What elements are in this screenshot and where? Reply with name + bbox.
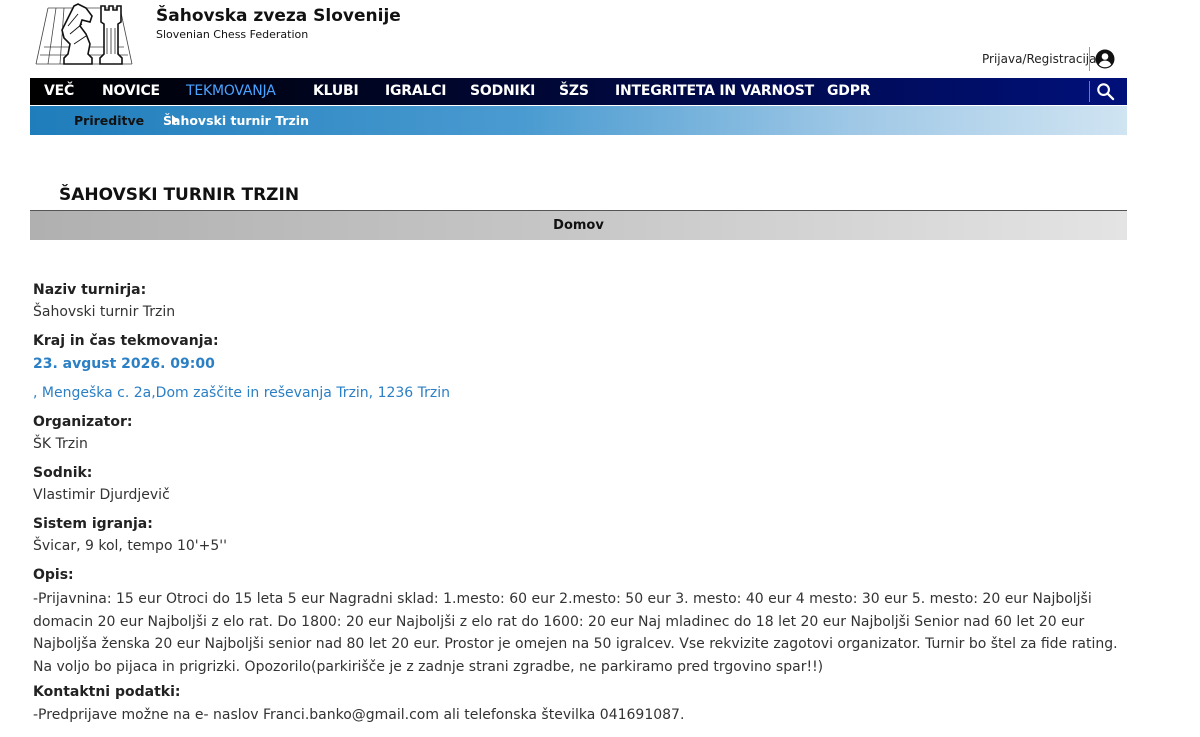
nav-item-novice[interactable]: NOVICE <box>102 78 160 105</box>
breadcrumb-current: Šahovski turnir Trzin <box>163 113 309 128</box>
nav-item-klubi[interactable]: KLUBI <box>313 78 359 105</box>
user-circle-icon[interactable] <box>1095 49 1115 69</box>
nav-item-tekmovanja[interactable]: TEKMOVANJA <box>186 78 276 105</box>
judge-label: Sodnik: <box>33 465 93 481</box>
header-divider <box>1089 47 1090 71</box>
nav-item-vec[interactable]: VEČ <box>44 78 74 105</box>
search-icon[interactable] <box>1096 82 1115 101</box>
organizer-value: ŠK Trzin <box>33 436 88 452</box>
contact-value: -Predprijave možne na e- naslov Franci.b… <box>33 707 685 723</box>
login-register-link[interactable]: Prijava/Registracija <box>982 52 1096 66</box>
main-nav: VEČ NOVICE TEKMOVANJA KLUBI IGRALCI SODN… <box>30 78 1127 105</box>
organizer-label: Organizator: <box>33 414 133 430</box>
event-location-link[interactable]: , Mengeška c. 2a,Dom zaščite in reševanj… <box>33 385 450 401</box>
system-value: Švicar, 9 kol, tempo 10'+5'' <box>33 538 227 554</box>
page-title: ŠAHOVSKI TURNIR TRZIN <box>59 185 300 205</box>
nav-item-integriteta[interactable]: INTEGRITETA IN VARNOST <box>615 78 814 105</box>
nav-item-szs[interactable]: ŠZS <box>559 78 589 105</box>
nav-item-gdpr[interactable]: GDPR <box>827 78 871 105</box>
nav-divider <box>1089 81 1090 102</box>
contact-label: Kontaktni podatki: <box>33 684 181 700</box>
description-text: -Prijavnina: 15 eur Otroci do 15 leta 5 … <box>33 591 1118 675</box>
judge-value: Vlastimir Djurdjevič <box>33 487 170 503</box>
nav-item-igralci[interactable]: IGRALCI <box>385 78 447 105</box>
system-label: Sistem igranja: <box>33 516 153 532</box>
brand-subtitle: Slovenian Chess Federation <box>156 28 309 41</box>
breadcrumb: Prireditve Šahovski turnir Trzin <box>30 106 1127 135</box>
nav-item-sodniki[interactable]: SODNIKI <box>470 78 535 105</box>
event-datetime[interactable]: 23. avgust 2026. 09:00 <box>33 356 215 372</box>
brand-title[interactable]: Šahovska zveza Slovenije <box>156 6 401 26</box>
home-bar: Domov <box>30 211 1127 240</box>
description-label: Opis: <box>33 567 74 583</box>
home-link[interactable]: Domov <box>30 211 1127 240</box>
tournament-name-label: Naziv turnirja: <box>33 282 147 298</box>
breadcrumb-prireditve[interactable]: Prireditve <box>74 106 144 135</box>
place-time-label: Kraj in čas tekmovanja: <box>33 333 219 349</box>
tournament-name-value: Šahovski turnir Trzin <box>33 304 176 320</box>
federation-logo[interactable] <box>34 0 134 68</box>
